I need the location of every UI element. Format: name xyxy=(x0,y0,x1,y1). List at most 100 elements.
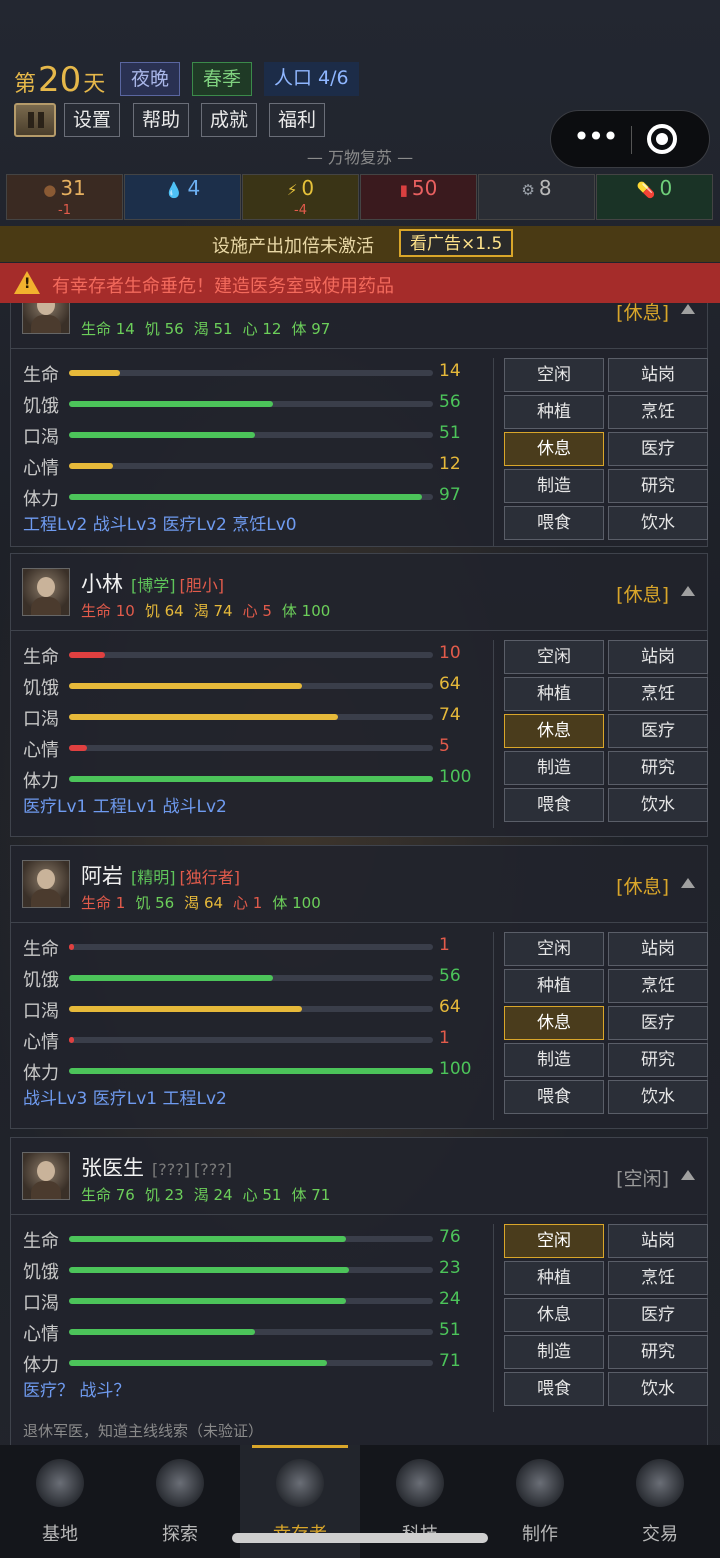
stat-track xyxy=(69,1037,433,1043)
trade-icon xyxy=(636,1459,684,1507)
action-button[interactable]: 喂食 xyxy=(504,506,604,540)
help-button[interactable]: 帮助 xyxy=(133,103,190,137)
nav-tab[interactable]: 探索 xyxy=(120,1445,240,1558)
gear-icon: ⚙ xyxy=(521,181,535,199)
energy-icon: ⚡ xyxy=(286,181,298,199)
stat-summary-item: 心 1 xyxy=(233,894,263,912)
action-button[interactable]: 站岗 xyxy=(608,358,708,392)
survivor-skills: 工程Lv2 战斗Lv3 医疗Lv2 烹饪Lv0 xyxy=(23,515,297,535)
action-button[interactable]: 空闲 xyxy=(504,932,604,966)
action-button[interactable]: 空闲 xyxy=(504,640,604,674)
collapse-caret-icon[interactable] xyxy=(681,586,695,596)
action-button[interactable]: 医疗 xyxy=(608,1006,708,1040)
survivor-avatar[interactable] xyxy=(22,1152,70,1200)
action-button[interactable]: 医疗 xyxy=(608,714,708,748)
action-button[interactable]: 空闲 xyxy=(504,1224,604,1258)
survivor-list[interactable]: 生命 14 饥 56 渴 51 心 12 体 97 [休息] 生命 14 饥饿 56 口渴 51 心情 1… xyxy=(0,303,720,1445)
nav-tab[interactable]: 制作 xyxy=(480,1445,600,1558)
stat-fill xyxy=(69,1068,433,1074)
action-button[interactable]: 喂食 xyxy=(504,788,604,822)
action-button[interactable]: 制造 xyxy=(504,469,604,503)
stat-value: 64 xyxy=(439,997,461,1017)
action-button[interactable]: 烹饪 xyxy=(608,969,708,1003)
stat-summary-item: 体 97 xyxy=(291,320,331,338)
stat-summary-item: 饥 56 xyxy=(144,320,184,338)
survivor-skills: 战斗Lv3 医疗Lv1 工程Lv2 xyxy=(23,1089,227,1109)
action-button[interactable]: 种植 xyxy=(504,677,604,711)
action-button[interactable]: 饮水 xyxy=(608,1372,708,1406)
nav-tab[interactable]: 交易 xyxy=(600,1445,720,1558)
survivor-card: 张医生 [???] [???] 生命 76 饥 23 渴 24 心 51 体 71 [空闲] 生命… xyxy=(10,1137,708,1445)
survivor-state[interactable]: [休息] xyxy=(616,872,669,899)
survivor-name: 小林 [博学] [胆小] xyxy=(81,568,228,598)
action-button[interactable]: 研究 xyxy=(608,1335,708,1369)
stat-label: 口渴 xyxy=(23,1001,59,1022)
stat-fill xyxy=(69,683,302,689)
craft-icon xyxy=(516,1459,564,1507)
action-button[interactable]: 空闲 xyxy=(504,358,604,392)
stat-track xyxy=(69,652,433,658)
action-button[interactable]: 烹饪 xyxy=(608,677,708,711)
trait-tag: [???] xyxy=(193,1160,232,1179)
resource-value: ● 31 xyxy=(7,176,122,202)
population-badge: 人口 4/6 xyxy=(264,62,359,96)
action-button[interactable]: 饮水 xyxy=(608,506,708,540)
collapse-caret-icon[interactable] xyxy=(681,878,695,888)
stat-label: 心情 xyxy=(23,740,59,761)
trait-tag: [博学] xyxy=(131,576,176,595)
survivor-state[interactable]: [休息] xyxy=(616,580,669,607)
survivor-note: 退休军医，知道主线线索（未验证） xyxy=(23,1422,264,1440)
action-button[interactable]: 种植 xyxy=(504,969,604,1003)
action-button[interactable]: 研究 xyxy=(608,1043,708,1077)
action-button[interactable]: 休息 xyxy=(504,714,604,748)
survivor-state[interactable]: [空闲] xyxy=(616,1164,669,1191)
action-button[interactable]: 研究 xyxy=(608,751,708,785)
resource-amount: 0 xyxy=(659,176,673,200)
achievements-button[interactable]: 成就 xyxy=(201,103,258,137)
survivor-avatar[interactable] xyxy=(22,860,70,908)
welfare-button[interactable]: 福利 xyxy=(269,103,326,137)
survivor-state[interactable]: [休息] xyxy=(616,303,669,325)
action-button[interactable]: 休息 xyxy=(504,1006,604,1040)
survivor-stat-summary: 生命 76 饥 23 渴 24 心 51 体 71 xyxy=(81,1184,340,1205)
action-button[interactable]: 饮水 xyxy=(608,1080,708,1114)
action-button[interactable]: 制造 xyxy=(504,1335,604,1369)
action-button[interactable]: 种植 xyxy=(504,1261,604,1295)
action-button[interactable]: 饮水 xyxy=(608,788,708,822)
collapse-caret-icon[interactable] xyxy=(681,304,695,314)
food-icon: ● xyxy=(43,181,57,199)
settings-button[interactable]: 设置 xyxy=(64,103,121,137)
survivor-avatar[interactable] xyxy=(22,303,70,334)
action-button[interactable]: 研究 xyxy=(608,469,708,503)
warning-icon xyxy=(14,271,40,294)
action-button[interactable]: 休息 xyxy=(504,432,604,466)
action-button[interactable]: 休息 xyxy=(504,1298,604,1332)
action-button[interactable]: 制造 xyxy=(504,751,604,785)
survivor-traits: [博学] [胆小] xyxy=(131,576,228,595)
stat-track xyxy=(69,463,433,469)
survivor-avatar[interactable] xyxy=(22,568,70,616)
season-motto: — 万物复苏 — xyxy=(306,148,414,167)
stat-track xyxy=(69,1360,433,1366)
action-button[interactable]: 喂食 xyxy=(504,1372,604,1406)
action-button[interactable]: 喂食 xyxy=(504,1080,604,1114)
action-button[interactable]: 医疗 xyxy=(608,1298,708,1332)
card-divider xyxy=(11,922,707,923)
watch-ad-button[interactable]: 看广告×1.5 xyxy=(399,229,514,257)
stat-label: 生命 xyxy=(23,647,59,668)
collapse-caret-icon[interactable] xyxy=(681,1170,695,1180)
action-button[interactable]: 站岗 xyxy=(608,932,708,966)
stat-fill xyxy=(69,494,423,500)
action-button[interactable]: 烹饪 xyxy=(608,1261,708,1295)
action-button[interactable]: 站岗 xyxy=(608,1224,708,1258)
action-button[interactable]: 烹饪 xyxy=(608,395,708,429)
stat-row: 体力 100 xyxy=(23,1056,483,1087)
action-button[interactable]: 站岗 xyxy=(608,640,708,674)
action-button[interactable]: 种植 xyxy=(504,395,604,429)
action-button[interactable]: 医疗 xyxy=(608,432,708,466)
pause-icon[interactable] xyxy=(14,103,56,137)
nav-tab-label: 制作 xyxy=(522,1524,558,1545)
nav-tab[interactable]: 基地 xyxy=(0,1445,120,1558)
action-button[interactable]: 制造 xyxy=(504,1043,604,1077)
stat-track xyxy=(69,975,433,981)
